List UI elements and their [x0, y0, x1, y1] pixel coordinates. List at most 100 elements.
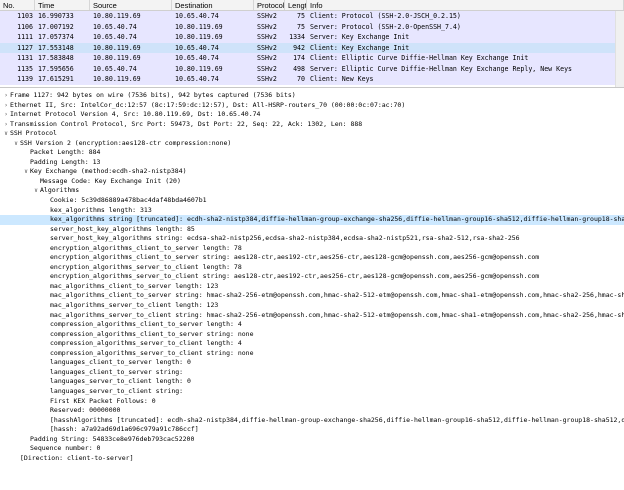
packet-cell-dst: 10.65.40.74 [175, 54, 219, 62]
tree-item[interactable]: mac_algorithms_server_to_client length: … [0, 301, 624, 311]
tree-item[interactable]: encryption_algorithms_server_to_client l… [0, 263, 624, 273]
tree-item[interactable]: encryption_algorithms_client_to_server l… [0, 244, 624, 254]
packet-cell-time: 17.553148 [38, 43, 74, 52]
tree-item[interactable]: Padding String: 54833ce8e976deb793cac522… [0, 435, 624, 445]
tree-item-label: [hasshAlgorithms [truncated]: ecdh-sha2-… [50, 415, 624, 424]
column-header-protocol[interactable]: Protocol [254, 0, 285, 10]
packet-cell-proto: SSHv2 [257, 33, 277, 41]
packet-cell-len: 174 [293, 54, 305, 62]
packet-cell-src: 10.80.119.69 [93, 54, 141, 62]
tree-item[interactable]: › Ethernet II, Src: IntelCor_dc:12:57 (8c… [0, 101, 624, 111]
packet-cell-info: Server: Protocol (SSH-2.0-OpenSSH_7.4) [310, 22, 461, 31]
packet-row[interactable]: 1139 17.615291 10.80.119.69 10.65.40.74 SSHv… [0, 74, 624, 85]
tree-item[interactable]: [Direction: client-to-server] [0, 454, 624, 464]
expand-arrow-icon[interactable]: › [2, 101, 10, 111]
tree-item[interactable]: mac_algorithms_client_to_server length: … [0, 282, 624, 292]
tree-item[interactable]: Padding Length: 13 [0, 158, 624, 168]
packet-cell-time: 17.007192 [38, 22, 74, 31]
tree-item[interactable]: Sequence number: 0 [0, 444, 624, 454]
tree-item-label: mac_algorithms_server_to_client length: … [50, 301, 219, 310]
packet-row[interactable]: 1127 17.553148 10.80.119.69 10.65.40.74 SSHv… [0, 42, 624, 53]
tree-item-label: mac_algorithms_client_to_server string: … [50, 291, 624, 300]
tree-item[interactable]: Cookie: 5c39d86889a478bac4daf48bda4607b1 [0, 196, 624, 206]
tree-item[interactable]: languages_client_to_server string: [0, 368, 624, 378]
tree-item-label: Padding Length: 13 [30, 157, 101, 166]
tree-item-label: kex_algorithms length: 313 [50, 205, 152, 214]
tree-item[interactable]: [hassh: a7a92ad69d1a696c979a91c786ccf] [0, 425, 624, 435]
tree-item-label: First KEX Packet Follows: 0 [50, 396, 156, 405]
packet-cell-len: 942 [293, 43, 305, 52]
tree-item-label: [hassh: a7a92ad69d1a696c979a91c786ccf] [50, 425, 199, 434]
packet-cell-no: 1127 [17, 43, 33, 52]
expand-arrow-icon[interactable]: › [2, 91, 10, 101]
tree-item-label: languages_server_to_client length: 0 [50, 377, 191, 386]
tree-item[interactable]: compression_algorithms_client_to_server … [0, 330, 624, 340]
tree-item-label: SSH Version 2 (encryption:aes128-ctr com… [20, 138, 232, 147]
column-header-destination[interactable]: Destination [172, 0, 254, 10]
packet-cell-time: 17.595656 [38, 64, 74, 73]
packet-list-rows: 1103 16.990733 10.80.119.69 10.65.40.74 SSHv… [0, 11, 624, 85]
packet-cell-src: 10.80.119.69 [93, 43, 141, 52]
column-header-source[interactable]: Source [90, 0, 172, 10]
tree-item[interactable]: compression_algorithms_client_to_server … [0, 320, 624, 330]
expand-arrow-icon[interactable]: › [2, 110, 10, 120]
packet-cell-info: Client: Protocol (SSH-2.0-JSCH_0.2.15) [310, 12, 461, 20]
packet-cell-src: 10.80.119.69 [93, 75, 141, 83]
tree-item[interactable]: Message Code: Key Exchange Init (20) [0, 177, 624, 187]
tree-item[interactable]: server_host_key_algorithms string: ecdsa… [0, 234, 624, 244]
packet-cell-no: 1106 [17, 22, 33, 31]
packet-row[interactable]: 1135 17.595656 10.65.40.74 10.80.119.69 SSHv… [0, 63, 624, 74]
tree-item[interactable]: encryption_algorithms_server_to_client s… [0, 272, 624, 282]
collapse-arrow-icon[interactable]: ∨ [22, 167, 30, 177]
tree-item[interactable]: mac_algorithms_client_to_server string: … [0, 291, 624, 301]
expand-arrow-icon[interactable]: › [2, 120, 10, 130]
packet-row[interactable]: 1111 17.057374 10.65.40.74 10.80.119.69 SSHv… [0, 32, 624, 43]
packet-cell-time: 16.990733 [38, 12, 74, 20]
column-header-info[interactable]: Info [307, 0, 624, 10]
column-header-length[interactable]: Length [285, 0, 307, 10]
tree-item[interactable]: › Frame 1127: 942 bytes on wire (7536 bit… [0, 91, 624, 101]
packet-row[interactable]: 1106 17.007192 10.65.40.74 10.80.119.69 SSHv… [0, 21, 624, 32]
tree-item[interactable]: ∨ SSH Protocol [0, 129, 624, 139]
packet-cell-dst: 10.65.40.74 [175, 43, 219, 52]
tree-item[interactable]: Reserved: 00000000 [0, 406, 624, 416]
tree-item-label: languages_client_to_server string: [50, 367, 184, 376]
packet-row[interactable]: 1131 17.583848 10.80.119.69 10.65.40.74 SSHv… [0, 53, 624, 64]
collapse-arrow-icon[interactable]: ∨ [32, 186, 40, 196]
tree-item[interactable]: languages_server_to_client string: [0, 387, 624, 397]
tree-item[interactable]: [hasshAlgorithms [truncated]: ecdh-sha2-… [0, 416, 624, 426]
tree-item-label: mac_algorithms_client_to_server length: … [50, 281, 219, 290]
tree-item[interactable]: compression_algorithms_server_to_client … [0, 339, 624, 349]
collapse-arrow-icon[interactable]: ∨ [12, 139, 20, 149]
tree-item[interactable]: languages_client_to_server length: 0 [0, 358, 624, 368]
packet-cell-no: 1103 [17, 12, 33, 20]
tree-item[interactable]: compression_algorithms_server_to_client … [0, 349, 624, 359]
tree-item[interactable]: ∨ Key Exchange (method:ecdh-sha2-nistp384… [0, 167, 624, 177]
tree-item[interactable]: ∨ Algorithms [0, 186, 624, 196]
tree-item-label: Sequence number: 0 [30, 444, 101, 453]
tree-item[interactable]: › Internet Protocol Version 4, Src: 10.80… [0, 110, 624, 120]
tree-item-label: Message Code: Key Exchange Init (20) [40, 176, 181, 185]
tree-item[interactable]: server_host_key_algorithms length: 85 [0, 225, 624, 235]
packet-row[interactable]: 1103 16.990733 10.80.119.69 10.65.40.74 SSHv… [0, 11, 624, 22]
tree-item[interactable]: languages_server_to_client length: 0 [0, 377, 624, 387]
tree-item[interactable]: encryption_algorithms_client_to_server s… [0, 253, 624, 263]
packet-cell-len: 75 [297, 22, 305, 31]
packet-list-scrollbar[interactable] [615, 11, 624, 87]
packet-cell-src: 10.65.40.74 [93, 33, 137, 41]
tree-item[interactable]: ∨ SSH Version 2 (encryption:aes128-ctr co… [0, 139, 624, 149]
tree-item[interactable]: kex_algorithms length: 313 [0, 206, 624, 216]
packet-cell-info: Client: Elliptic Curve Diffie-Hellman Ke… [310, 54, 529, 62]
tree-item[interactable]: kex_algorithms string [truncated]: ecdh-… [0, 215, 624, 225]
tree-item[interactable]: › Transmission Control Protocol, Src Port… [0, 120, 624, 130]
tree-item[interactable]: First KEX Packet Follows: 0 [0, 397, 624, 407]
packet-cell-src: 10.80.119.69 [93, 12, 141, 20]
tree-item[interactable]: mac_algorithms_server_to_client string: … [0, 311, 624, 321]
column-header-time[interactable]: Time [35, 0, 90, 10]
tree-item-label: encryption_algorithms_client_to_server l… [50, 243, 242, 252]
tree-item[interactable]: Packet Length: 884 [0, 148, 624, 158]
collapse-arrow-icon[interactable]: ∨ [2, 129, 10, 139]
tree-item-label: Reserved: 00000000 [50, 406, 121, 415]
tree-item-label: encryption_algorithms_server_to_client l… [50, 262, 242, 271]
column-header-no[interactable]: No. [0, 0, 35, 10]
